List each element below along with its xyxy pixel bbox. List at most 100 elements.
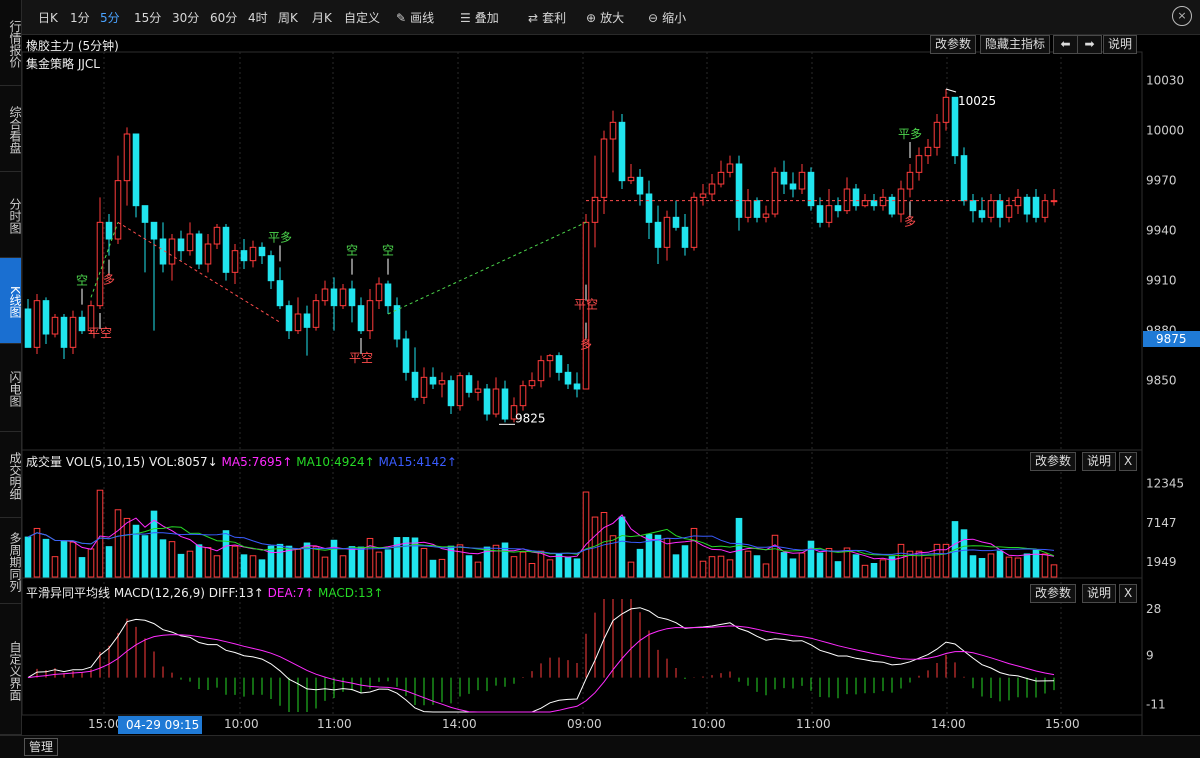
signal-label: 平空 [574, 298, 598, 312]
candle-body [816, 205, 824, 223]
candle-body [1005, 205, 1013, 218]
sidebar-item-3[interactable]: K线图 [0, 258, 22, 344]
chart-area[interactable]: 10030 10000 9970 9940 9910 9880 9850 9875 10025 9… [22, 34, 1200, 735]
main-params-button[interactable]: 改参数 [930, 35, 977, 54]
candle-body [213, 226, 221, 245]
volume-bar [708, 556, 716, 578]
volume-tick-label: 12345 [1146, 476, 1184, 490]
volume-bar [609, 535, 617, 578]
zoom-out-button[interactable]: ⊖ 缩小 [648, 9, 686, 26]
volume-close-button[interactable]: X [1119, 452, 1138, 471]
volume-bar [762, 563, 770, 578]
period-9[interactable]: 自定义 [344, 9, 380, 26]
volume-bar [195, 544, 203, 578]
sidebar-item-4[interactable]: 闪电图 [0, 344, 22, 432]
volume-bar [1023, 553, 1031, 578]
volume-bar [798, 552, 806, 578]
sidebar-item-0[interactable]: 行情报价 [0, 0, 22, 86]
period-0[interactable]: 日K [38, 9, 58, 26]
volume-bar [816, 552, 824, 578]
candle-body [132, 133, 140, 207]
volume-bar [933, 543, 941, 578]
candle-body [303, 313, 311, 328]
candle-body [960, 155, 968, 202]
candle-body [492, 388, 500, 415]
kline-chart[interactable]: 1003010000997099409910988098509875100259… [22, 34, 1200, 735]
candle-body [1050, 200, 1058, 203]
main-explain-button[interactable]: 说明 [1103, 35, 1138, 54]
candle-body [1032, 196, 1040, 218]
volume-bar [465, 555, 473, 578]
candle-body [141, 205, 149, 223]
volume-bar [1041, 553, 1049, 578]
scroll-right-button[interactable]: ➡ [1077, 35, 1102, 54]
time-tick-label: 10:00 [691, 717, 726, 731]
arrow-right-icon: ➡ [1084, 37, 1095, 51]
candle-body [744, 200, 752, 218]
macd-tick-label: -11 [1146, 698, 1166, 712]
candle-body [555, 355, 563, 373]
macd-diff-line [27, 607, 1055, 713]
arbitrage-button[interactable]: ⇄ 套利 [528, 9, 566, 26]
period-5[interactable]: 60分 [210, 9, 237, 26]
candle-body [501, 388, 509, 420]
candle-body [798, 171, 806, 190]
overlay-button[interactable]: ☰ 叠加 [460, 9, 499, 26]
volume-params-button[interactable]: 改参数 [1030, 452, 1077, 471]
volume-bar [834, 561, 842, 578]
macd-close-button[interactable]: X [1119, 584, 1138, 603]
signal-label: 平多 [898, 127, 922, 141]
volume-bar [672, 554, 680, 578]
sidebar-item-1[interactable]: 综合看盘 [0, 86, 22, 172]
volume-bar [1050, 564, 1058, 578]
volume-bar [654, 534, 662, 578]
candle-body [483, 388, 491, 415]
zoom-in-button[interactable]: ⊕ 放大 [586, 9, 624, 26]
strategy-dashed-line [387, 221, 587, 315]
period-2[interactable]: 5分 [100, 9, 120, 26]
main-panel-title: 橡胶主力 (5分钟) [26, 39, 119, 53]
macd-dea: DEA:7↑ [267, 586, 315, 600]
volume-explain-button[interactable]: 说明 [1082, 452, 1117, 471]
candle-body [708, 183, 716, 195]
signal-label: 多 [103, 273, 115, 287]
sidebar-item-6[interactable]: 多周期同列 [0, 518, 22, 604]
candle-body [384, 283, 392, 307]
candle-body [690, 196, 698, 248]
volume-bar [96, 489, 104, 578]
volume-bar [114, 509, 122, 578]
close-button[interactable]: × [1172, 6, 1192, 26]
candle-body [546, 355, 554, 362]
sidebar-item-7[interactable]: 自定义界面 [0, 604, 22, 735]
candle-body [249, 246, 257, 262]
sidebar-item-2[interactable]: 分时图 [0, 172, 22, 258]
volume-bar [474, 561, 482, 578]
volume-value: VOL:8057↓ [148, 455, 218, 469]
period-3[interactable]: 15分 [134, 9, 161, 26]
manage-button[interactable]: 管理 [24, 738, 59, 756]
volume-bar [879, 559, 887, 578]
volume-bar [204, 547, 212, 578]
sidebar-item-5[interactable]: 成交明细 [0, 432, 22, 518]
volume-bar [573, 558, 581, 578]
volume-bar [339, 555, 347, 578]
time-tick-label: 09:00 [567, 717, 602, 731]
macd-explain-button[interactable]: 说明 [1082, 584, 1117, 603]
hide-indicator-button[interactable]: 隐藏主指标 [980, 35, 1051, 54]
candle-body [924, 146, 932, 157]
signal-label: 空 [76, 274, 88, 288]
candle-body [375, 283, 383, 302]
period-6[interactable]: 4时 [248, 9, 268, 26]
period-8[interactable]: 月K [312, 9, 332, 26]
macd-params-button[interactable]: 改参数 [1030, 584, 1077, 603]
period-7[interactable]: 周K [278, 9, 298, 26]
scroll-left-button[interactable]: ⬅ [1053, 35, 1078, 54]
period-1[interactable]: 1分 [70, 9, 90, 26]
candle-body [942, 96, 950, 123]
draw-line-button[interactable]: ✎ 画线 [396, 9, 434, 26]
volume-ma10: MA10:4924↑ [296, 455, 375, 469]
volume-bar [861, 564, 869, 578]
volume-bar [357, 546, 365, 578]
period-4[interactable]: 30分 [172, 9, 199, 26]
time-tick-label: 11:00 [796, 717, 831, 731]
